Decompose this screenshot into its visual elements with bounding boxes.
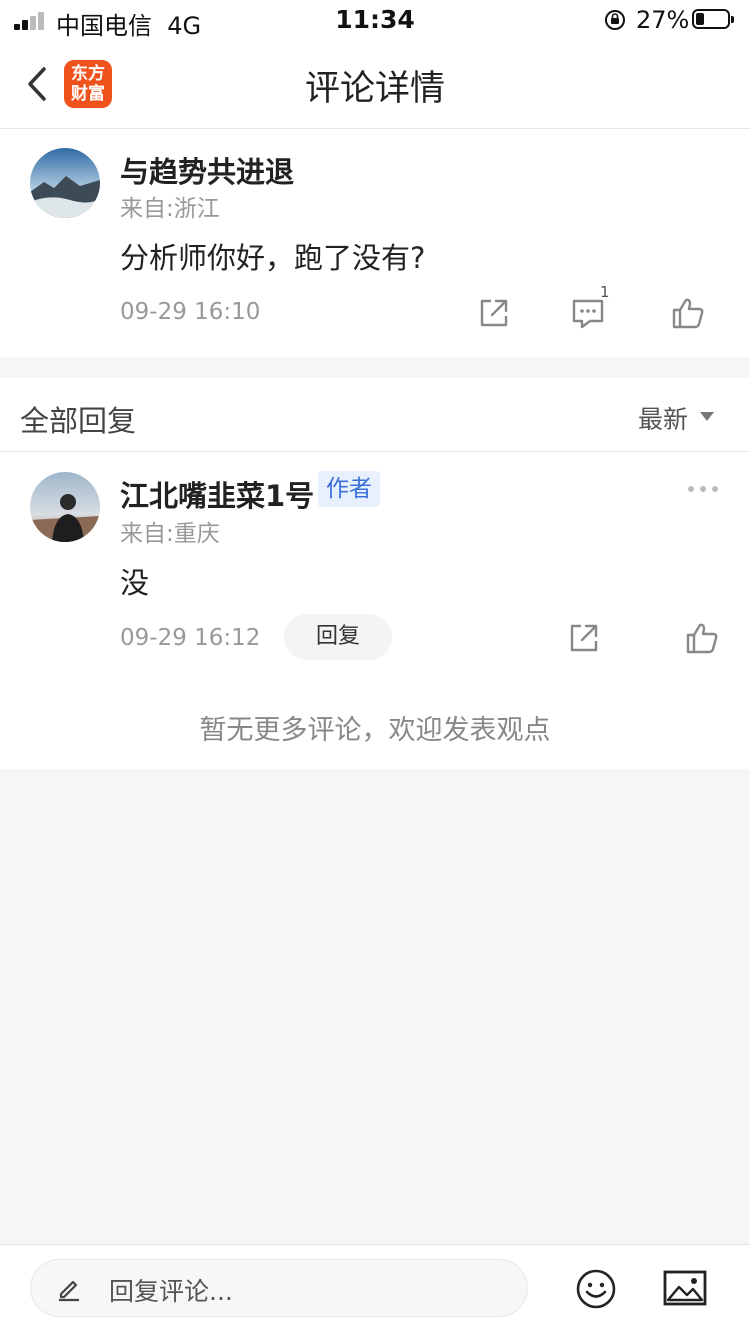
reply-timestamp: 09-29 16:12: [120, 625, 261, 651]
reply-location: 来自:重庆: [120, 521, 220, 547]
emoji-icon[interactable]: [574, 1267, 618, 1311]
post-location: 来自:浙江: [120, 196, 220, 222]
thumbs-up-icon[interactable]: [670, 295, 706, 331]
more-options-icon[interactable]: [686, 484, 720, 494]
post-author-avatar[interactable]: [30, 148, 100, 218]
page-title: 评论详情: [304, 69, 445, 109]
thumbs-up-icon[interactable]: [684, 620, 720, 656]
battery-percent: 27%: [636, 6, 690, 34]
replies-header-title: 全部回复: [20, 404, 137, 438]
reply-input[interactable]: 回复评论...: [30, 1259, 528, 1317]
image-icon[interactable]: [662, 1269, 708, 1309]
original-comment-card: 与趋势共进退 来自:浙江 分析师你好，跑了没有? 09-29 16:10 1: [0, 129, 750, 357]
divider: [0, 451, 750, 452]
sort-dropdown[interactable]: 最新: [638, 400, 688, 436]
battery-icon: [692, 9, 736, 31]
reply-button[interactable]: 回复: [284, 614, 392, 660]
post-author-name[interactable]: 与趋势共进退: [120, 149, 294, 191]
caret-down-icon[interactable]: [700, 412, 714, 421]
replies-section: 全部回复 最新 江北嘴韭菜1号 作者 来自:重庆 没 09-29 16:12 回…: [0, 378, 750, 769]
author-badge: 作者: [318, 471, 380, 507]
rotation-lock-icon: [605, 10, 625, 30]
post-text: 分析师你好，跑了没有?: [120, 241, 426, 275]
post-timestamp: 09-29 16:10: [120, 299, 261, 325]
reply-author-avatar[interactable]: [30, 472, 100, 542]
share-icon[interactable]: [476, 295, 512, 331]
no-more-comments-hint: 暂无更多评论，欢迎发表观点: [199, 715, 551, 746]
comment-count-badge: 1: [600, 283, 610, 301]
nav-bar: 东方 财富 评论详情: [0, 40, 750, 129]
reply-input-placeholder: 回复评论...: [109, 1277, 233, 1306]
share-icon[interactable]: [566, 620, 602, 656]
reply-text: 没: [120, 566, 150, 600]
status-bar: 中国电信 4G 11:34 27%: [0, 0, 750, 40]
bottom-input-bar: 回复评论...: [0, 1244, 750, 1335]
pen-icon: [59, 1280, 79, 1302]
reply-author-name[interactable]: 江北嘴韭菜1号: [120, 473, 314, 515]
